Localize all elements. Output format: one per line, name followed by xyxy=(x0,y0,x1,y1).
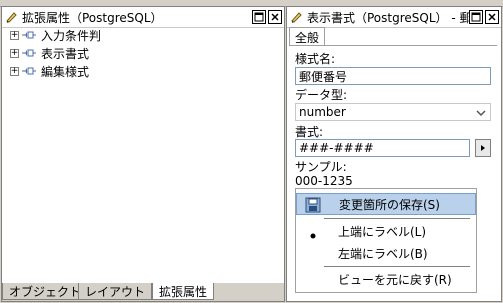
sample-label: サンプル: xyxy=(295,160,347,174)
play-arrow-icon xyxy=(479,141,487,155)
menu-item-label: 左端にラベル(B) xyxy=(338,246,428,261)
data-type-select[interactable]: number xyxy=(295,103,491,121)
tab-label: 全般 xyxy=(294,30,319,45)
node-icon xyxy=(21,66,37,76)
bottom-tab-bar: オブジェクト レイアウト 拡張属性 xyxy=(2,283,284,301)
save-disk-icon xyxy=(305,197,321,216)
restore-button[interactable] xyxy=(469,10,483,24)
left-panel-titlebar: 拡張属性（PostgreSQL） xyxy=(2,7,284,28)
pencil-icon xyxy=(4,9,20,25)
sample-value: 000-1235 xyxy=(295,174,353,188)
chevron-down-icon[interactable] xyxy=(476,107,486,121)
format-picker-button[interactable] xyxy=(475,139,491,157)
close-button[interactable] xyxy=(485,10,499,24)
radio-selected-icon xyxy=(310,228,316,242)
tab-layout[interactable]: レイアウト xyxy=(78,283,153,300)
menu-item-reset-view[interactable]: ビューを元に戻す(R) xyxy=(296,268,476,290)
data-type-label: データ型: xyxy=(295,88,348,102)
restore-button[interactable] xyxy=(252,10,266,24)
right-panel-title: 表示書式（PostgreSQL） - 郵 xyxy=(307,10,469,25)
extended-attributes-panel: 拡張属性（PostgreSQL） + 入力条件判 + 表示書式 + 編集様式 オ… xyxy=(1,6,285,302)
tab-object[interactable]: オブジェクト xyxy=(2,283,89,300)
tree-item-label: 表示書式 xyxy=(41,46,90,61)
node-icon xyxy=(21,30,37,40)
pencil-icon xyxy=(289,9,305,25)
menu-item-label-left[interactable]: 左端にラベル(B) xyxy=(296,242,476,264)
expand-icon[interactable]: + xyxy=(10,66,19,76)
tree-item-edit-style[interactable]: + 編集様式 xyxy=(10,62,89,80)
context-menu: 変更箇所の保存(S) 上端にラベル(L) 左端にラベル(B) ビューを元に戻す(… xyxy=(295,188,477,293)
left-panel-title: 拡張属性（PostgreSQL） xyxy=(22,10,163,25)
data-type-value: number xyxy=(299,105,346,119)
format-input[interactable]: ###-#### xyxy=(295,139,470,157)
menu-separator xyxy=(324,218,470,219)
tree-item-display-format[interactable]: + 表示書式 xyxy=(10,44,89,62)
close-button[interactable] xyxy=(268,10,282,24)
expand-icon[interactable]: + xyxy=(10,48,19,58)
format-label: 書式: xyxy=(295,125,324,139)
tab-label: オブジェクト xyxy=(9,284,82,299)
menu-item-label-top[interactable]: 上端にラベル(L) xyxy=(296,220,476,242)
menu-item-label: 変更箇所の保存(S) xyxy=(339,197,440,212)
style-name-label: 様式名: xyxy=(295,52,336,66)
tab-content-border xyxy=(289,45,497,46)
tab-general[interactable]: 全般 xyxy=(289,27,325,46)
expand-icon[interactable]: + xyxy=(10,30,19,40)
node-icon xyxy=(21,48,37,58)
tree-item-label: 入力条件判 xyxy=(41,28,102,43)
right-panel-titlebar: 表示書式（PostgreSQL） - 郵 xyxy=(287,7,501,28)
tab-label: 拡張属性 xyxy=(159,284,208,299)
menu-separator xyxy=(324,266,470,267)
menu-item-save-changes[interactable]: 変更箇所の保存(S) xyxy=(296,193,476,215)
style-name-input[interactable]: 郵便番号 xyxy=(295,67,491,85)
format-value: ###-#### xyxy=(299,141,374,155)
tree-item-input-condition[interactable]: + 入力条件判 xyxy=(10,26,101,44)
tree-item-label: 編集様式 xyxy=(41,64,90,79)
menu-item-label: ビューを元に戻す(R) xyxy=(338,272,452,287)
menu-item-label: 上端にラベル(L) xyxy=(338,224,427,239)
tab-label: レイアウト xyxy=(85,284,146,299)
tab-extended-attributes[interactable]: 拡張属性 xyxy=(152,283,215,300)
style-name-value: 郵便番号 xyxy=(299,69,348,84)
